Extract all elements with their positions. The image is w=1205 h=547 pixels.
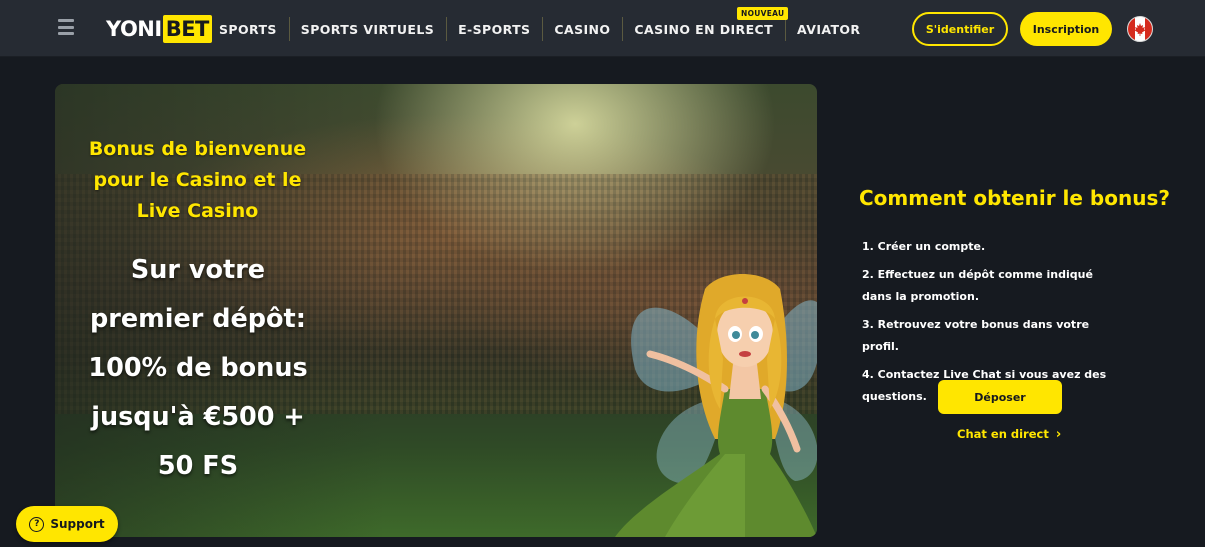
register-button[interactable]: Inscription	[1020, 12, 1112, 46]
new-badge: NOUVEAU	[737, 7, 789, 20]
top-navigation-bar: YONI BET SPORTS SPORTS VIRTUELS E-SPORTS…	[0, 0, 1205, 57]
list-item: 3. Retrouvez votre bonus dans votre prof…	[862, 318, 1090, 353]
promo-banner: Bonus de bienvenue pour le Casino et le …	[55, 84, 817, 537]
support-button[interactable]: ? Support	[16, 506, 118, 542]
nav-item-sports[interactable]: SPORTS	[207, 15, 289, 43]
live-chat-label: Chat en direct	[957, 427, 1049, 441]
support-label: Support	[50, 517, 105, 531]
bonus-subtitle: Bonus de bienvenue pour le Casino et le …	[88, 138, 307, 222]
menu-icon[interactable]	[58, 19, 74, 35]
live-chat-link[interactable]: Chat en direct ›	[957, 425, 1061, 443]
deposit-button[interactable]: Déposer	[938, 380, 1062, 414]
fairy-illustration	[615, 274, 817, 537]
list-item: 1. Créer un compte.	[862, 240, 986, 253]
canada-flag-icon[interactable]	[1127, 16, 1153, 42]
nav-item-casino[interactable]: CASINO	[542, 15, 622, 43]
bonus-title: Sur votre premier dépôt: 100% de bonus j…	[88, 255, 308, 481]
nav-item-esports[interactable]: E-SPORTS	[446, 15, 542, 43]
chevron-right-icon: ›	[1055, 426, 1062, 442]
question-icon: ?	[29, 516, 45, 532]
how-to-title: Comment obtenir le bonus?	[859, 186, 1170, 210]
login-button[interactable]: S'identifier	[912, 12, 1008, 46]
logo-text-yoni: YONI	[106, 17, 162, 41]
nav-item-aviator[interactable]: AVIATOR	[785, 15, 872, 43]
yonibet-logo[interactable]: YONI BET	[106, 13, 212, 45]
list-item: 2. Effectuez un dépôt comme indiqué dans…	[862, 268, 1093, 303]
logo-text-bet: BET	[162, 15, 212, 43]
nav-item-sports-virtuels[interactable]: SPORTS VIRTUELS	[288, 15, 446, 43]
